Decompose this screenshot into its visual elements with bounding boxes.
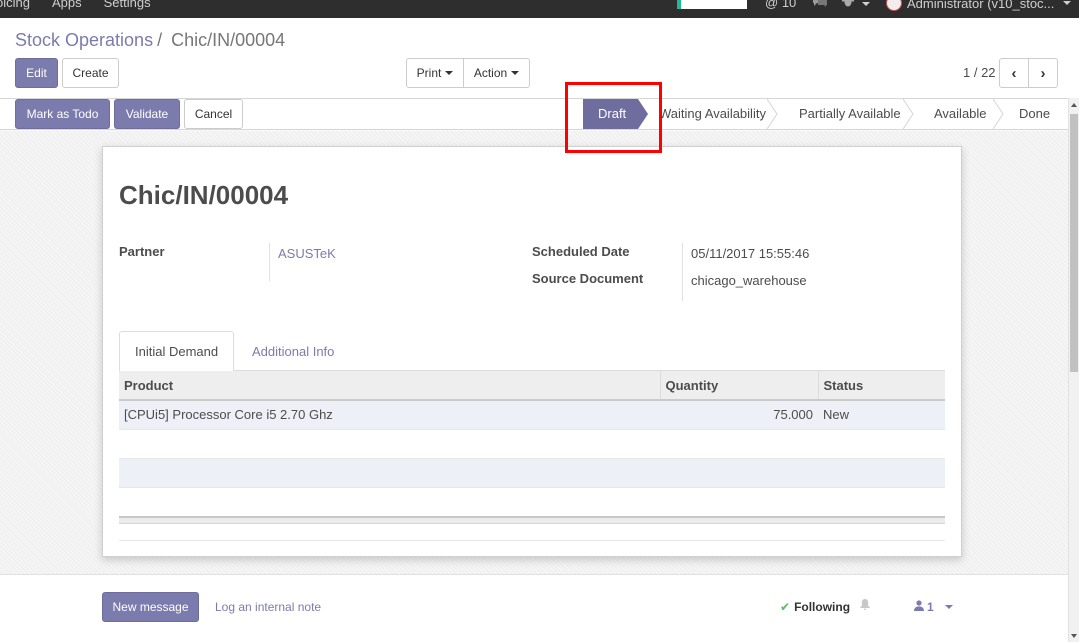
stage-available[interactable]: Available [934,106,987,121]
bell-icon[interactable] [860,599,870,610]
avatar [886,0,902,11]
pager-previous-button[interactable]: ‹ [999,58,1029,88]
move-lines-table: Product Quantity Status [CPUi5] Processo… [119,371,945,488]
at-icon: @ [765,0,779,10]
menu-apps[interactable]: Apps [52,0,82,10]
empty-row [119,429,945,459]
menu-invoicing[interactable]: oicing [0,0,30,10]
check-icon: ✔ [780,600,791,614]
column-status[interactable]: Status [818,371,945,401]
user-name: Administrator (v10_stoc... [907,0,1055,11]
empty-row [119,458,945,488]
source-document-label: Source Document [532,271,644,286]
column-quantity[interactable]: Quantity [660,371,819,401]
user-menu[interactable]: Administrator (v10_stoc... [886,0,1072,11]
table-footer [119,516,945,524]
user-icon [914,600,924,614]
field-divider [269,243,270,281]
action-label: Action [473,66,508,80]
form-sheet: Chic/IN/00004 Partner ASUSTeK Scheduled … [102,146,962,557]
stage-partially-available[interactable]: Partially Available [799,106,901,121]
scroll-up-icon[interactable] [1071,103,1077,107]
menu-settings[interactable]: Settings [104,0,151,10]
stage-draft[interactable]: Draft [598,106,626,121]
control-panel: Stock Operations / Chic/IN/00004 Edit Cre… [0,18,1079,98]
print-label: Print [416,66,442,80]
tab-initial-demand[interactable]: Initial Demand [119,331,235,372]
cell-status: New [818,400,945,430]
activity-menu[interactable]: @ 10 [765,0,796,10]
stage-waiting-availability[interactable]: Waiting Availability [659,106,766,121]
new-message-button[interactable]: New message [102,592,199,622]
log-note-link[interactable]: Log an internal note [215,600,321,614]
create-button[interactable]: Create [62,58,119,88]
breadcrumb-separator: / [157,30,163,50]
tab-additional-info[interactable]: Additional Info [237,331,349,371]
activity-count: 10 [781,0,797,10]
scrollbar[interactable] [1068,98,1079,642]
chevron-down-icon [445,71,454,75]
scheduled-date-value: 05/11/2017 15:55:46 [691,246,810,261]
record-title: Chic/IN/00004 [119,180,289,210]
field-divider [682,243,683,301]
pager-value[interactable]: 1 / 22 [963,65,996,80]
scroll-down-icon[interactable] [1071,634,1077,638]
notebook-tabs: Initial Demand Additional Info [119,331,945,372]
scroll-thumb[interactable] [1070,114,1078,372]
debug-menu[interactable] [842,0,870,10]
followers-count: 1 [927,600,934,614]
divider [119,540,945,541]
cell-product: [CPUi5] Processor Core i5 2.70 Ghz [119,400,660,430]
scheduled-date-label: Scheduled Date [532,244,630,259]
following-label: Following [794,600,851,614]
chevron-down-icon [861,1,870,6]
breadcrumb: Stock Operations / Chic/IN/00004 [15,30,285,51]
chatter: New message Log an internal note ✔ Follo… [0,574,1068,642]
pager-next-button[interactable]: › [1028,58,1058,88]
chevron-down-icon [944,605,953,609]
stage-done[interactable]: Done [1019,106,1050,121]
chevron-down-icon [1063,1,1072,5]
table-row[interactable]: [CPUi5] Processor Core i5 2.70 Ghz 75.00… [119,400,945,430]
chevron-left-icon: ‹ [1011,64,1017,82]
mark-as-todo-button[interactable]: Mark as Todo [15,99,110,129]
statusbar: Mark as Todo Validate Cancel Draft Waiti… [0,98,1068,130]
top-navbar: oicing Apps Settings @ 10 Administrator … [0,0,1079,18]
breadcrumb-stock-operations[interactable]: Stock Operations [15,30,153,50]
chevron-right-icon: › [1040,64,1046,82]
cancel-button[interactable]: Cancel [184,99,243,129]
followers-dropdown[interactable]: 1 [914,600,953,614]
chat-icon[interactable] [812,0,828,10]
edit-button[interactable]: Edit [15,58,58,88]
main-menu: oicing Apps Settings [0,0,151,10]
source-document-value: chicago_warehouse [691,273,807,288]
partner-label: Partner [119,244,165,259]
print-dropdown[interactable]: Print [406,58,464,88]
column-product[interactable]: Product [119,371,661,401]
partner-value[interactable]: ASUSTeK [278,246,336,261]
validate-button[interactable]: Validate [114,99,180,129]
breadcrumb-current: Chic/IN/00004 [171,30,286,50]
systray-widget[interactable] [677,0,747,9]
bug-icon [842,0,858,10]
following-button[interactable]: ✔ Following [780,600,850,614]
chevron-down-icon [511,71,520,75]
action-dropdown[interactable]: Action [463,58,530,88]
cell-quantity: 75.000 [660,400,818,430]
